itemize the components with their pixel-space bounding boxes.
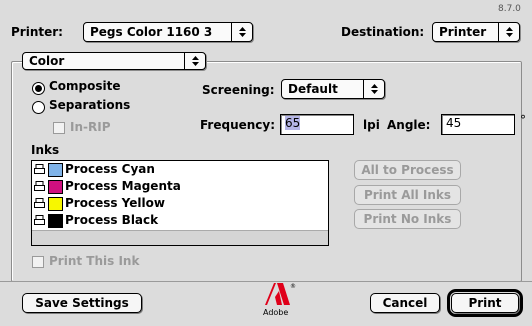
print-this-ink-checkbox[interactable]	[32, 256, 44, 268]
save-settings-button[interactable]: Save Settings	[22, 293, 142, 313]
destination-value: Printer	[439, 25, 487, 39]
angle-value: 45	[446, 116, 462, 130]
destination-popup[interactable]: Printer	[432, 22, 520, 42]
cancel-button[interactable]: Cancel	[370, 293, 440, 313]
ink-row[interactable]: Process Cyan	[34, 162, 324, 178]
panel-popup-value: Color	[29, 54, 65, 68]
printer-value: Pegs Color 1160 3	[90, 25, 213, 39]
composite-radio[interactable]	[32, 82, 45, 95]
updown-arrow-icon	[184, 53, 205, 69]
print-no-inks-button[interactable]: Print No Inks	[354, 209, 461, 229]
ink-swatch	[48, 197, 63, 211]
ink-row[interactable]: Process Yellow	[34, 196, 324, 212]
version-label: 8.7.0	[498, 4, 521, 14]
screening-popup[interactable]: Default	[281, 79, 385, 99]
printer-icon[interactable]	[34, 181, 45, 192]
screening-label: Screening:	[202, 83, 275, 97]
adobe-logo-icon	[265, 283, 290, 305]
frequency-label: Frequency:	[200, 118, 276, 132]
all-to-process-button[interactable]: All to Process	[354, 160, 461, 180]
updown-arrow-icon	[498, 23, 519, 41]
panel-popup[interactable]: Color	[22, 52, 206, 70]
footer-separator	[0, 281, 532, 282]
ink-row[interactable]: Process Magenta	[34, 179, 324, 195]
printer-popup[interactable]: Pegs Color 1160 3	[83, 22, 253, 42]
ink-name: Process Black	[65, 213, 159, 227]
print-all-inks-button[interactable]: Print All Inks	[354, 185, 461, 205]
ink-name: Process Cyan	[65, 162, 155, 176]
print-this-ink-label[interactable]: Print This Ink	[49, 254, 139, 268]
angle-label: Angle:	[387, 118, 431, 132]
angle-unit: °	[520, 113, 526, 127]
in-rip-checkbox[interactable]	[53, 122, 65, 134]
screening-value: Default	[288, 82, 338, 96]
angle-input[interactable]: 45	[441, 114, 515, 135]
updown-arrow-icon	[231, 23, 252, 41]
updown-arrow-icon	[363, 80, 384, 98]
frequency-value: 65	[285, 116, 301, 130]
printer-icon[interactable]	[34, 198, 45, 209]
inks-label: Inks	[31, 143, 60, 157]
ink-swatch	[48, 214, 63, 228]
printer-icon[interactable]	[34, 215, 45, 226]
printer-icon[interactable]	[34, 164, 45, 175]
print-button[interactable]: Print	[447, 289, 523, 317]
list-scroll-bar[interactable]	[32, 230, 328, 245]
printer-label: Printer:	[11, 25, 63, 39]
ink-name: Process Yellow	[65, 196, 165, 210]
ink-swatch	[48, 180, 63, 194]
ink-name: Process Magenta	[65, 179, 181, 193]
composite-label[interactable]: Composite	[49, 79, 121, 93]
in-rip-label[interactable]: In-RIP	[70, 120, 111, 134]
frequency-input[interactable]: 65	[280, 114, 354, 135]
ink-row[interactable]: Process Black	[34, 213, 324, 229]
adobe-logo-label: Adobe	[263, 308, 289, 317]
registered-mark: ®	[290, 283, 296, 290]
separations-radio[interactable]	[32, 101, 45, 114]
frequency-unit: lpi	[363, 118, 380, 132]
separations-label[interactable]: Separations	[49, 98, 130, 112]
ink-swatch	[48, 163, 63, 177]
inks-list[interactable]: Process Cyan Process Magenta Process Yel…	[31, 160, 329, 246]
destination-label: Destination:	[341, 25, 425, 39]
